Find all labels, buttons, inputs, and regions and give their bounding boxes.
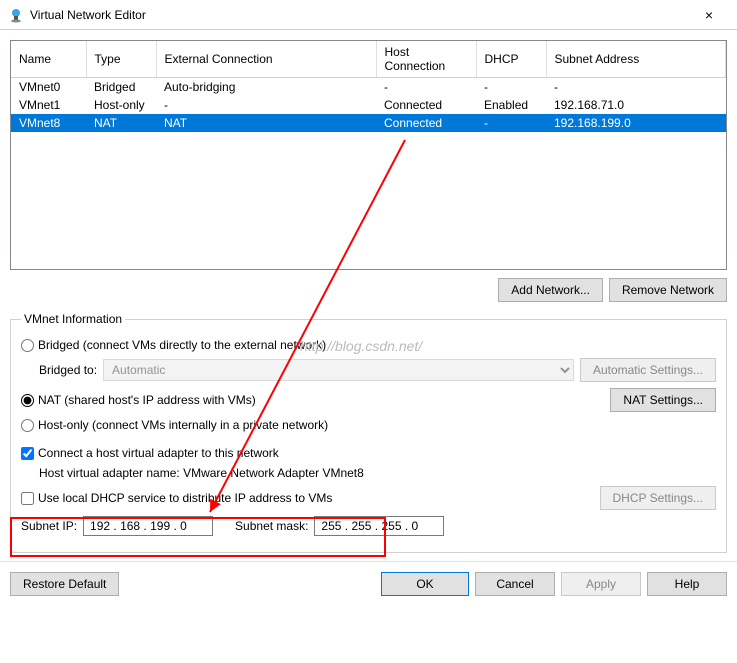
host-adapter-check-label[interactable]: Connect a host virtual adapter to this n… [21, 446, 279, 460]
subnet-ip-input[interactable]: 192 . 168 . 199 . 0 [83, 516, 213, 536]
remove-network-button[interactable]: Remove Network [609, 278, 727, 302]
dhcp-check-label[interactable]: Use local DHCP service to distribute IP … [21, 491, 332, 505]
restore-default-button[interactable]: Restore Default [10, 572, 119, 596]
col-name[interactable]: Name [11, 41, 86, 78]
window-title: Virtual Network Editor [30, 8, 689, 22]
host-adapter-check[interactable] [21, 447, 34, 460]
help-button[interactable]: Help [647, 572, 727, 596]
col-subnet[interactable]: Subnet Address [546, 41, 726, 78]
col-ext[interactable]: External Connection [156, 41, 376, 78]
table-row[interactable]: VMnet8 NAT NAT Connected - 192.168.199.0 [11, 114, 726, 132]
col-dhcp[interactable]: DHCP [476, 41, 546, 78]
col-type[interactable]: Type [86, 41, 156, 78]
nat-settings-button[interactable]: NAT Settings... [610, 388, 716, 412]
vmnet-info-legend: VMnet Information [21, 312, 125, 326]
host-adapter-name: Host virtual adapter name: VMware Networ… [39, 466, 364, 480]
table-row[interactable]: VMnet0 Bridged Auto-bridging - - - [11, 78, 726, 97]
hostonly-radio-label[interactable]: Host-only (connect VMs internally in a p… [21, 418, 328, 432]
bridged-radio-label[interactable]: Bridged (connect VMs directly to the ext… [21, 338, 326, 352]
nat-radio-label[interactable]: NAT (shared host's IP address with VMs) [21, 393, 256, 407]
vmnet-info-group: VMnet Information Bridged (connect VMs d… [10, 312, 727, 553]
subnet-mask-label: Subnet mask: [235, 519, 308, 533]
bridged-radio[interactable] [21, 339, 34, 352]
apply-button[interactable]: Apply [561, 572, 641, 596]
hostonly-radio[interactable] [21, 419, 34, 432]
cancel-button[interactable]: Cancel [475, 572, 555, 596]
app-icon [8, 7, 24, 23]
titlebar: Virtual Network Editor × [0, 0, 737, 30]
subnet-ip-label: Subnet IP: [21, 519, 77, 533]
automatic-settings-button[interactable]: Automatic Settings... [580, 358, 716, 382]
subnet-mask-input[interactable]: 255 . 255 . 255 . 0 [314, 516, 444, 536]
table-header-row: Name Type External Connection Host Conne… [11, 41, 726, 78]
close-button[interactable]: × [689, 7, 729, 23]
network-table[interactable]: Name Type External Connection Host Conne… [10, 40, 727, 270]
bridged-to-label: Bridged to: [39, 363, 97, 377]
dhcp-settings-button[interactable]: DHCP Settings... [600, 486, 716, 510]
bridged-select[interactable]: Automatic [103, 359, 574, 381]
dhcp-check[interactable] [21, 492, 34, 505]
add-network-button[interactable]: Add Network... [498, 278, 603, 302]
table-row[interactable]: VMnet1 Host-only - Connected Enabled 192… [11, 96, 726, 114]
ok-button[interactable]: OK [381, 572, 469, 596]
nat-radio[interactable] [21, 394, 34, 407]
col-host[interactable]: Host Connection [376, 41, 476, 78]
